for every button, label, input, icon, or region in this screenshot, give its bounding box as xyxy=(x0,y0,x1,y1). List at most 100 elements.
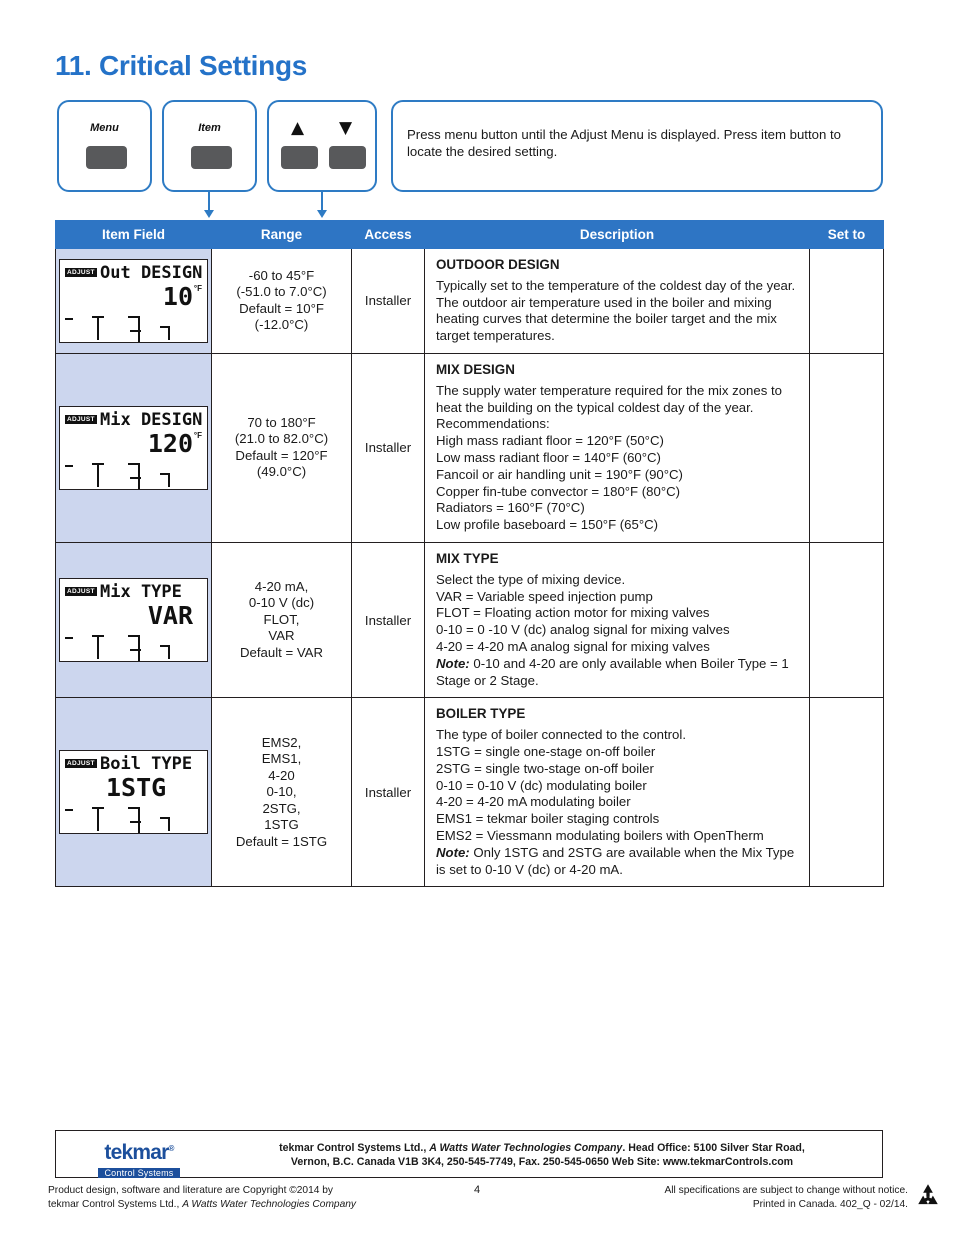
description-line: Copper fin-tube convector = 180°F (80°C) xyxy=(436,483,681,499)
item-field-cell: ADJUST Mix DESIGN 120 °F xyxy=(55,352,212,543)
lcd-item-name: Out DESIGN xyxy=(100,262,203,283)
lcd-inactive-segment xyxy=(168,645,170,660)
lcd-display: ADJUST Mix DESIGN 120 °F xyxy=(59,405,208,490)
description-title: MIX TYPE xyxy=(436,550,499,566)
description-line: Low profile baseboard = 150°F (65°C) xyxy=(436,517,659,533)
lcd-value: 120 xyxy=(147,428,193,458)
description-line: EMS2 = Viessmann modulating boilers with… xyxy=(436,827,764,843)
lcd-inactive-segment xyxy=(168,472,170,487)
range-cell: -60 to 45°F (-51.0 to 7.0°C) Default = 10°… xyxy=(211,248,352,354)
set-to-cell[interactable] xyxy=(809,697,884,888)
range-line: (-51.0 to 7.0°C) xyxy=(236,284,327,300)
range-line: Default = VAR xyxy=(240,644,323,660)
item-field-cell: ADJUST Mix TYPE VAR xyxy=(55,541,212,699)
lcd-inactive-segment xyxy=(65,809,73,812)
connector-line-item xyxy=(208,192,210,212)
instruction-callout: Press menu button until the Adjust Menu … xyxy=(391,100,883,192)
logo-text: tekmar xyxy=(104,1141,169,1164)
recycle-icon xyxy=(918,1184,938,1205)
lcd-inactive-segment xyxy=(65,637,73,640)
footer-company-italic: A Watts Water Technologies Company xyxy=(429,1142,623,1154)
connector-line-arrows xyxy=(321,192,323,212)
description-line: 4-20 = 4-20 mA analog signal for mixing … xyxy=(436,638,710,654)
document-page: 11. Critical Settings Menu Item ▲ ▼ Pres… xyxy=(0,0,954,1235)
lcd-inactive-segment xyxy=(138,635,140,650)
description-cell: MIX DESIGN The supply water temperature r… xyxy=(424,352,810,543)
instruction-text: Press menu button until the Adjust Menu … xyxy=(407,127,841,159)
range-line: 2STG, xyxy=(262,800,301,816)
item-keycap[interactable] xyxy=(191,146,232,169)
lcd-unit: °F xyxy=(193,430,202,440)
description-line: The supply water temperature required fo… xyxy=(436,382,782,432)
logo-wordmark: tekmar® xyxy=(84,1138,194,1163)
description-note: Note: 0-10 and 4-20 are only available w… xyxy=(436,656,799,690)
access-cell: Installer xyxy=(351,248,425,354)
description-title: MIX DESIGN xyxy=(436,361,515,377)
footer-company-box: tekmar® Control Systems tekmar Control S… xyxy=(55,1130,883,1178)
menu-button-label: Menu xyxy=(90,122,119,134)
tekmar-logo: tekmar® Control Systems xyxy=(84,1138,194,1181)
lcd-value: VAR xyxy=(147,601,193,631)
lcd-display: ADJUST Out DESIGN 10 °F xyxy=(59,258,208,343)
description-line: Typically set to the temperature of the … xyxy=(436,277,796,344)
table-header-row: Item Field Range Access Description Set … xyxy=(55,220,884,249)
up-keycap[interactable] xyxy=(281,146,318,169)
range-line: 4-20 xyxy=(268,767,295,783)
footer-address: tekmar Control Systems Ltd., A Watts Wat… xyxy=(216,1141,868,1169)
range-line: VAR xyxy=(268,628,295,644)
lcd-inactive-segment xyxy=(138,649,140,662)
lcd-inactive-segment xyxy=(97,807,99,832)
access-cell: Installer xyxy=(351,352,425,543)
note-text: 0-10 and 4-20 are only available when Bo… xyxy=(436,655,789,688)
lcd-inactive-segment xyxy=(168,817,170,832)
legal-left-line2: tekmar Control Systems Ltd., A Watts Wat… xyxy=(48,1198,356,1212)
range-line: (21.0 to 82.0°C) xyxy=(234,431,329,447)
table-body: ADJUST Out DESIGN 10 °F -60 to 45°F (-51.0 to… xyxy=(55,248,884,888)
lcd-value: 1STG xyxy=(106,773,167,803)
range-line: Default = 120°F xyxy=(235,447,328,463)
header-description: Description xyxy=(424,220,810,249)
description-title: OUTDOOR DESIGN xyxy=(436,257,560,272)
set-to-cell[interactable] xyxy=(809,541,884,699)
description-line: EMS1 = tekmar boiler staging controls xyxy=(436,811,660,827)
set-to-cell[interactable] xyxy=(809,248,884,354)
access-cell: Installer xyxy=(351,697,425,888)
description-line: The type of boiler connected to the cont… xyxy=(436,727,686,743)
lcd-item-name: Boil TYPE xyxy=(100,754,193,775)
menu-button-diagram: Menu xyxy=(57,100,152,192)
lcd-adjust-badge: ADJUST xyxy=(65,414,97,424)
table-row: ADJUST Mix TYPE VAR 4-20 mA, 0-10 V (dc) FLOT… xyxy=(55,541,884,699)
description-line: FLOT = Floating action motor for mixing … xyxy=(436,605,710,621)
range-line: (49.0°C) xyxy=(256,464,307,480)
lcd-display: ADJUST Boil TYPE 1STG xyxy=(59,750,208,835)
up-arrow-icon: ▲ xyxy=(291,118,305,138)
access-cell: Installer xyxy=(351,541,425,699)
lcd-inactive-segment xyxy=(97,315,99,340)
lcd-item-name: Mix TYPE xyxy=(100,582,182,603)
logo-tagline: Control Systems xyxy=(98,1168,180,1178)
description-line: Low mass radiant floor = 140°F (60°C) xyxy=(436,449,661,465)
table-row: ADJUST Out DESIGN 10 °F -60 to 45°F (-51.0 to… xyxy=(55,248,884,354)
note-text: Only 1STG and 2STG are available when th… xyxy=(436,844,795,877)
range-cell: EMS2, EMS1, 4-20 0-10, 2STG, 1STG Default = 1S… xyxy=(211,697,352,888)
item-field-cell: ADJUST Boil TYPE 1STG xyxy=(55,697,212,888)
menu-keycap[interactable] xyxy=(86,146,127,169)
lcd-inactive-segment xyxy=(65,317,73,320)
connector-arrowhead-item xyxy=(204,210,214,218)
description-line: 0-10 = 0 -10 V (dc) analog signal for mi… xyxy=(436,622,730,638)
lcd-inactive-segment xyxy=(138,315,140,330)
legal-right-line1: All specifications are subject to change… xyxy=(664,1185,908,1196)
set-to-cell[interactable] xyxy=(809,352,884,543)
description-line: VAR = Variable speed injection pump xyxy=(436,588,653,604)
item-field-cell: ADJUST Out DESIGN 10 °F xyxy=(55,248,212,354)
header-item-field: Item Field xyxy=(55,220,212,249)
page-title: 11. Critical Settings xyxy=(55,50,308,81)
range-line: EMS1, xyxy=(261,751,302,767)
description-line: 4-20 = 4-20 mA modulating boiler xyxy=(436,794,631,810)
connector-arrowhead-arrows xyxy=(317,210,327,218)
registered-icon: ® xyxy=(168,1144,174,1153)
note-label: Note: xyxy=(436,844,470,860)
down-keycap[interactable] xyxy=(329,146,366,169)
footer-company-pre: tekmar Control Systems Ltd., xyxy=(279,1142,430,1154)
legal-right: All specifications are subject to change… xyxy=(664,1184,908,1211)
